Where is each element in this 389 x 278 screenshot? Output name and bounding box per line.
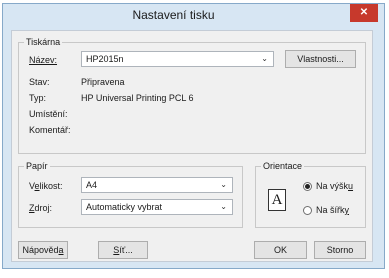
status-label: Stav:	[29, 77, 50, 87]
printer-group: Tiskárna Název: HP2015n ⌄ Vlastnosti... …	[18, 37, 366, 154]
title-bar[interactable]: Nastavení tisku ✕	[3, 4, 384, 28]
dialog-body: Tiskárna Název: HP2015n ⌄ Vlastnosti... …	[11, 30, 373, 262]
radio-dot-unchecked[interactable]	[303, 205, 312, 215]
orientation-group-label: Orientace	[261, 161, 305, 171]
help-button[interactable]: Nápověda	[18, 241, 68, 259]
portrait-radio-label: Na výšku	[316, 181, 354, 191]
chevron-down-icon: ⌄	[261, 54, 268, 63]
network-button-label: Síť...	[113, 245, 133, 255]
paper-group: Papír Velikost: A4 ⌄ Zdroj: Automaticky …	[18, 161, 243, 228]
ok-button[interactable]: OK	[254, 241, 307, 259]
printer-name-label: Název:	[29, 55, 58, 65]
cancel-button-label: Storno	[326, 245, 354, 255]
ok-button-label: OK	[273, 245, 287, 255]
paper-source-select[interactable]: Automaticky vybrat ⌄	[81, 199, 233, 215]
type-label: Typ:	[29, 93, 47, 103]
paper-size-value: A4	[86, 180, 98, 190]
landscape-radio-label: Na šířky	[316, 205, 350, 215]
dialog-title: Nastavení tisku	[132, 8, 215, 22]
chevron-down-icon: ⌄	[220, 202, 227, 211]
close-button[interactable]: ✕	[350, 4, 378, 22]
paper-source-value: Automaticky vybrat	[86, 202, 163, 212]
printer-name-value: HP2015n	[86, 54, 124, 64]
portrait-radio[interactable]: Na výšku	[303, 181, 353, 191]
paper-size-label: Velikost:	[29, 181, 63, 191]
comment-label: Komentář:	[29, 125, 71, 135]
printer-name-select[interactable]: HP2015n ⌄	[81, 51, 274, 67]
network-button[interactable]: Síť...	[98, 241, 148, 259]
portrait-page-icon: A	[268, 189, 286, 211]
printer-group-label: Tiskárna	[24, 37, 63, 47]
location-label: Umístění:	[29, 109, 68, 119]
print-setup-dialog: Nastavení tisku ✕ Tiskárna Název: HP2015…	[2, 3, 385, 269]
orientation-group: Orientace A Na výšku Na šířky	[255, 161, 366, 228]
status-value: Připravena	[81, 77, 125, 87]
chevron-down-icon: ⌄	[220, 180, 227, 189]
cancel-button[interactable]: Storno	[314, 241, 366, 259]
paper-source-label: Zdroj:	[29, 203, 53, 213]
paper-size-select[interactable]: A4 ⌄	[81, 177, 233, 193]
radio-dot-checked[interactable]	[303, 181, 312, 191]
paper-group-label: Papír	[24, 161, 50, 171]
properties-button-label: Vlastnosti...	[297, 54, 344, 64]
type-value: HP Universal Printing PCL 6	[81, 93, 194, 103]
close-icon: ✕	[359, 7, 369, 18]
properties-button[interactable]: Vlastnosti...	[285, 50, 356, 68]
landscape-radio[interactable]: Na šířky	[303, 205, 349, 215]
help-button-label: Nápověda	[22, 245, 64, 255]
